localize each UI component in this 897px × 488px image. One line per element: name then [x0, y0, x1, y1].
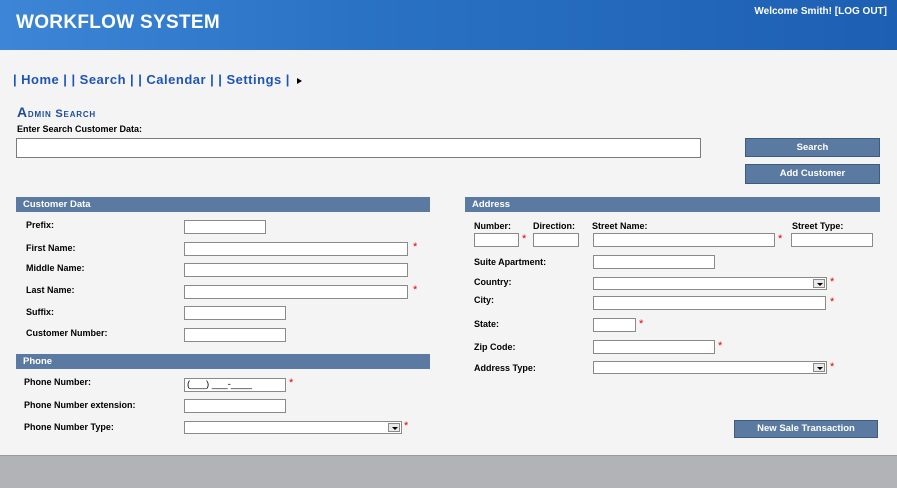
app-title: WORKFLOW SYSTEM: [16, 12, 220, 33]
new-sale-transaction-button[interactable]: New Sale Transaction: [734, 420, 878, 438]
nav-separator: |: [13, 72, 18, 87]
street-name-field[interactable]: [593, 233, 775, 247]
nav-separator: | |: [210, 72, 223, 87]
prefix-field[interactable]: [184, 220, 266, 234]
address-header: Address: [465, 197, 880, 212]
direction-label: Direction:: [533, 221, 576, 231]
chevron-down-icon[interactable]: [388, 423, 400, 432]
customer-number-field[interactable]: [184, 328, 286, 342]
street-name-label: Street Name:: [592, 221, 648, 231]
last-name-field[interactable]: [184, 285, 408, 299]
required-mark: *: [639, 318, 644, 330]
suffix-field[interactable]: [184, 306, 286, 320]
zip-field[interactable]: [593, 340, 715, 354]
phone-extension-label: Phone Number extension:: [24, 400, 136, 410]
chevron-down-icon[interactable]: [813, 363, 825, 372]
nav-separator: | |: [130, 72, 143, 87]
nav-home[interactable]: Home: [21, 72, 59, 87]
phone-type-select[interactable]: [184, 421, 402, 434]
required-mark: *: [404, 420, 409, 432]
suite-label: Suite Apartment:: [474, 257, 547, 267]
city-label: City:: [474, 295, 494, 305]
country-label: Country:: [474, 277, 512, 287]
zip-label: Zip Code:: [474, 342, 516, 352]
nav-separator: | |: [63, 72, 76, 87]
required-mark: *: [413, 241, 418, 253]
state-label: State:: [474, 319, 500, 329]
street-type-field[interactable]: [791, 233, 873, 247]
address-type-select[interactable]: [593, 361, 827, 374]
footer-bar: [0, 455, 897, 488]
welcome-area: Welcome Smith! [LOG OUT]: [754, 6, 887, 17]
phone-number-label: Phone Number:: [24, 377, 92, 387]
address-type-label: Address Type:: [474, 363, 536, 373]
direction-field[interactable]: [533, 233, 579, 247]
search-button[interactable]: Search: [745, 138, 880, 157]
middle-name-field[interactable]: [184, 263, 408, 277]
welcome-text: Welcome Smith!: [754, 6, 832, 17]
customer-data-header: Customer Data: [16, 197, 430, 212]
required-mark: *: [830, 296, 835, 308]
chevron-down-icon[interactable]: [813, 279, 825, 288]
add-customer-button[interactable]: Add Customer: [745, 164, 880, 184]
last-name-label: Last Name:: [26, 285, 75, 295]
state-field[interactable]: [593, 318, 636, 332]
country-select[interactable]: [593, 277, 827, 290]
required-mark: *: [522, 233, 527, 245]
customer-number-label: Customer Number:: [26, 328, 108, 338]
logout-link[interactable]: [LOG OUT]: [835, 6, 887, 17]
phone-extension-field[interactable]: [184, 399, 286, 413]
street-type-label: Street Type:: [792, 221, 844, 231]
phone-header: Phone: [16, 354, 430, 369]
first-name-label: First Name:: [26, 243, 76, 253]
required-mark: *: [778, 233, 783, 245]
search-input[interactable]: [16, 138, 701, 158]
phone-type-label: Phone Number Type:: [24, 422, 114, 432]
suite-field[interactable]: [593, 255, 715, 269]
first-name-field[interactable]: [184, 242, 408, 256]
required-mark: *: [718, 340, 723, 352]
suffix-label: Suffix:: [26, 307, 54, 317]
middle-name-label: Middle Name:: [26, 263, 85, 273]
number-label: Number:: [474, 221, 512, 231]
nav-separator: |: [285, 72, 290, 87]
required-mark: *: [413, 284, 418, 296]
nav-search[interactable]: Search: [80, 72, 126, 87]
number-field[interactable]: [474, 233, 519, 247]
header-bar: WORKFLOW SYSTEM Welcome Smith! [LOG OUT]: [0, 0, 897, 50]
search-label: Enter Search Customer Data:: [17, 124, 143, 134]
prefix-label: Prefix:: [26, 220, 55, 230]
nav-calendar[interactable]: Calendar: [146, 72, 206, 87]
admin-search-title: Admin Search: [17, 104, 97, 120]
required-mark: *: [830, 276, 835, 288]
phone-number-field[interactable]: (___) ___-____: [184, 378, 286, 392]
city-field[interactable]: [593, 296, 826, 310]
main-nav: | Home | | Search | | Calendar | | Settings |: [9, 72, 302, 87]
required-mark: *: [289, 377, 294, 389]
required-mark: *: [830, 361, 835, 373]
nav-arrow-icon[interactable]: [296, 77, 302, 84]
nav-settings[interactable]: Settings: [226, 72, 281, 87]
